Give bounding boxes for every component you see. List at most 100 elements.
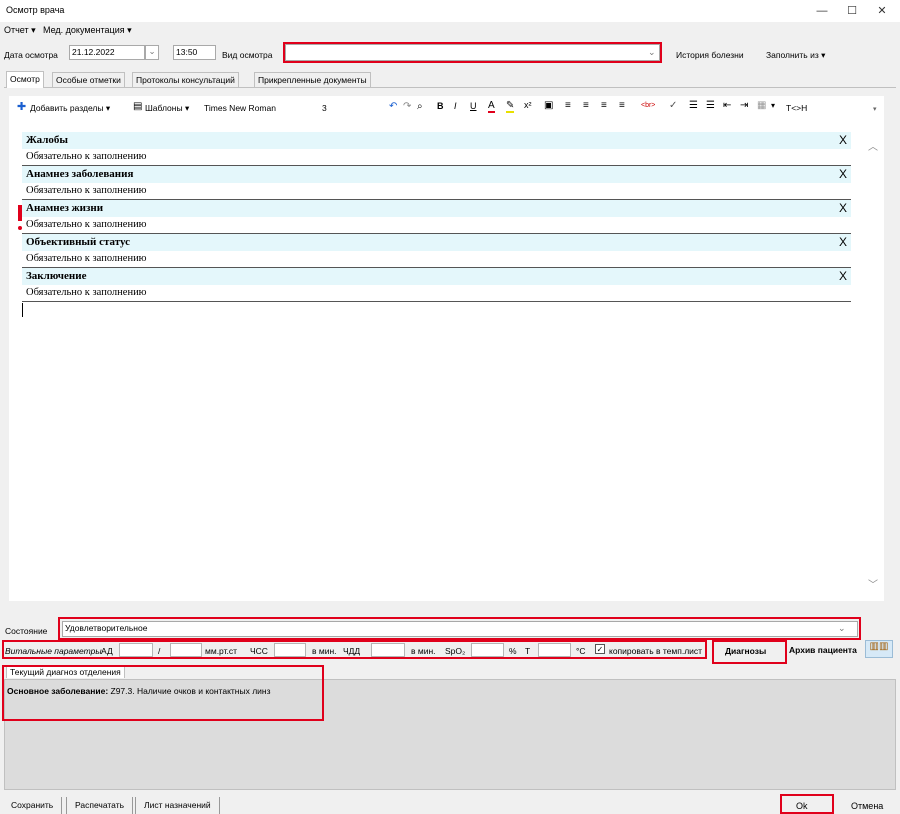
image-icon[interactable]: ▣	[544, 100, 553, 111]
remove-section-button[interactable]: X	[839, 269, 847, 283]
scroll-down-icon[interactable]: ﹀	[868, 576, 878, 591]
remove-section-button[interactable]: X	[839, 133, 847, 147]
diagnoses-button[interactable]: Диагнозы	[725, 646, 766, 656]
prescriptions-button[interactable]: Лист назначений	[135, 797, 220, 814]
rr-unit: в мин.	[411, 646, 436, 656]
line-break-icon[interactable]: <br>	[641, 102, 655, 109]
html-toggle-button[interactable]: T<>H	[786, 103, 807, 113]
section-title: Анамнез заболевания	[26, 168, 134, 180]
more-icon[interactable]: ▾	[771, 101, 775, 110]
align-right-icon[interactable]: ≡	[601, 100, 607, 111]
undo-icon[interactable]: ↶	[389, 101, 397, 112]
maximize-icon[interactable]: ☐	[840, 2, 864, 20]
bullet-list-icon[interactable]: ☰	[706, 100, 715, 111]
section-header: Жалобы X	[22, 132, 851, 149]
italic-icon[interactable]: I	[454, 101, 457, 111]
window-title: Осмотр врача	[6, 5, 65, 15]
bp-diastolic-input[interactable]	[170, 643, 202, 657]
editor-toolbar: ✚ Добавить разделы ▾ ▤ Шаблоны ▾ Times N…	[9, 96, 884, 118]
fill-from-button[interactable]: Заполнить из ▾	[766, 50, 825, 61]
remove-section-button[interactable]: X	[839, 167, 847, 181]
remove-section-button[interactable]: X	[839, 235, 847, 249]
exam-type-select[interactable]	[285, 44, 660, 61]
superscript-icon[interactable]: x²	[524, 100, 532, 110]
section-title: Объективный статус	[26, 236, 131, 248]
temp-unit: °С	[576, 646, 586, 656]
main-diagnosis-value: Z97.3. Наличие очков и контактных линз	[108, 686, 271, 696]
text-cursor	[22, 303, 23, 317]
section-header: Объективный статус X	[22, 234, 851, 251]
cancel-button[interactable]: Отмена	[851, 801, 883, 811]
state-select[interactable]: Удовлетворительное	[62, 621, 858, 637]
spellcheck-icon[interactable]: ✓	[669, 100, 677, 111]
font-color-icon[interactable]: A	[488, 100, 495, 113]
section-body[interactable]: Обязательно к заполнению	[22, 217, 851, 234]
ok-button[interactable]: Ok	[796, 801, 808, 811]
patient-archive-button[interactable]: Архив пациента	[789, 645, 857, 655]
section-header: Заключение X	[22, 268, 851, 285]
menu-bar: Отчет ▾ Мед. документация ▾	[0, 22, 900, 40]
underline-icon[interactable]: U	[470, 101, 477, 111]
templates-icon: ▤	[133, 101, 143, 112]
spo2-input[interactable]	[471, 643, 504, 657]
diagnosis-panel: Основное заболевание: Z97.3. Наличие очк…	[4, 679, 896, 790]
remove-section-button[interactable]: X	[839, 201, 847, 215]
find-icon[interactable]: ⌕	[417, 101, 423, 112]
date-input[interactable]: 21.12.2022	[69, 45, 145, 60]
spo2-unit: %	[509, 646, 517, 656]
section-header: Анамнез жизни X	[22, 200, 851, 217]
temp-label: Т	[525, 646, 531, 656]
highlight-icon[interactable]: ✎	[506, 100, 515, 113]
indent-icon[interactable]: ⇥	[740, 100, 748, 111]
archive-books-icon[interactable]: ▥▥	[865, 640, 893, 658]
align-left-icon[interactable]: ≡	[565, 100, 571, 111]
section-title: Анамнез жизни	[26, 202, 104, 214]
save-button[interactable]: Сохранить	[3, 797, 63, 814]
font-select[interactable]: Times New Roman	[204, 103, 276, 113]
section-body[interactable]: Обязательно к заполнению	[22, 251, 851, 268]
close-icon[interactable]: ✕	[870, 2, 894, 20]
bold-icon[interactable]: B	[437, 101, 444, 111]
tab-attached-docs[interactable]: Прикрепленные документы	[254, 72, 371, 87]
align-justify-icon[interactable]: ≡	[619, 100, 625, 111]
redo-icon[interactable]: ↷	[403, 101, 411, 112]
exam-type-label: Вид осмотра	[222, 50, 273, 60]
date-dropdown-icon[interactable]: ⌄	[145, 45, 159, 60]
print-button[interactable]: Распечатать	[66, 797, 134, 814]
section-title: Заключение	[26, 270, 87, 282]
tab-special-notes[interactable]: Особые отметки	[52, 72, 125, 87]
minimize-icon[interactable]: —	[810, 2, 834, 20]
section-body[interactable]: Обязательно к заполнению	[22, 285, 851, 302]
warning-bar-icon	[18, 205, 22, 221]
chevron-down-icon: ⌄	[838, 623, 846, 633]
menu-meddocs[interactable]: Мед. документация ▾	[43, 25, 132, 36]
add-sections-button[interactable]: Добавить разделы ▾	[30, 103, 110, 114]
tab-consult-protocols[interactable]: Протоколы консультаций	[132, 72, 239, 87]
font-size-select[interactable]: 3	[322, 103, 327, 113]
table-icon[interactable]: ▦	[757, 100, 766, 111]
exam-document: Жалобы X Обязательно к заполнению Анамнез…	[22, 132, 851, 317]
exam-editor[interactable]: Жалобы X Обязательно к заполнению Анамнез…	[9, 118, 884, 601]
tab-current-diagnosis[interactable]: Текущий диагноз отделения	[6, 665, 125, 678]
temp-input[interactable]	[538, 643, 571, 657]
align-center-icon[interactable]: ≡	[583, 100, 589, 111]
rr-input[interactable]	[371, 643, 405, 657]
scroll-up-icon[interactable]: ︿	[868, 138, 878, 153]
hr-input[interactable]	[274, 643, 306, 657]
tabs-divider	[4, 87, 896, 88]
toolbar-overflow-icon[interactable]: ▾	[873, 105, 877, 113]
time-input[interactable]: 13:50	[173, 45, 216, 60]
history-button[interactable]: История болезни	[676, 50, 744, 60]
numbered-list-icon[interactable]: ☰	[689, 100, 698, 111]
copy-checkbox[interactable]: ✓	[595, 644, 605, 654]
tab-exam[interactable]: Осмотр	[6, 71, 44, 88]
outdent-icon[interactable]: ⇤	[723, 100, 731, 111]
bp-systolic-input[interactable]	[119, 643, 153, 657]
menu-report[interactable]: Отчет ▾	[4, 25, 36, 36]
add-icon: ✚	[17, 101, 27, 113]
hr-label: ЧСС	[250, 646, 268, 656]
section-body[interactable]: Обязательно к заполнению	[22, 149, 851, 166]
templates-button[interactable]: Шаблоны ▾	[145, 103, 189, 114]
section-title: Жалобы	[26, 134, 68, 146]
section-body[interactable]: Обязательно к заполнению	[22, 183, 851, 200]
